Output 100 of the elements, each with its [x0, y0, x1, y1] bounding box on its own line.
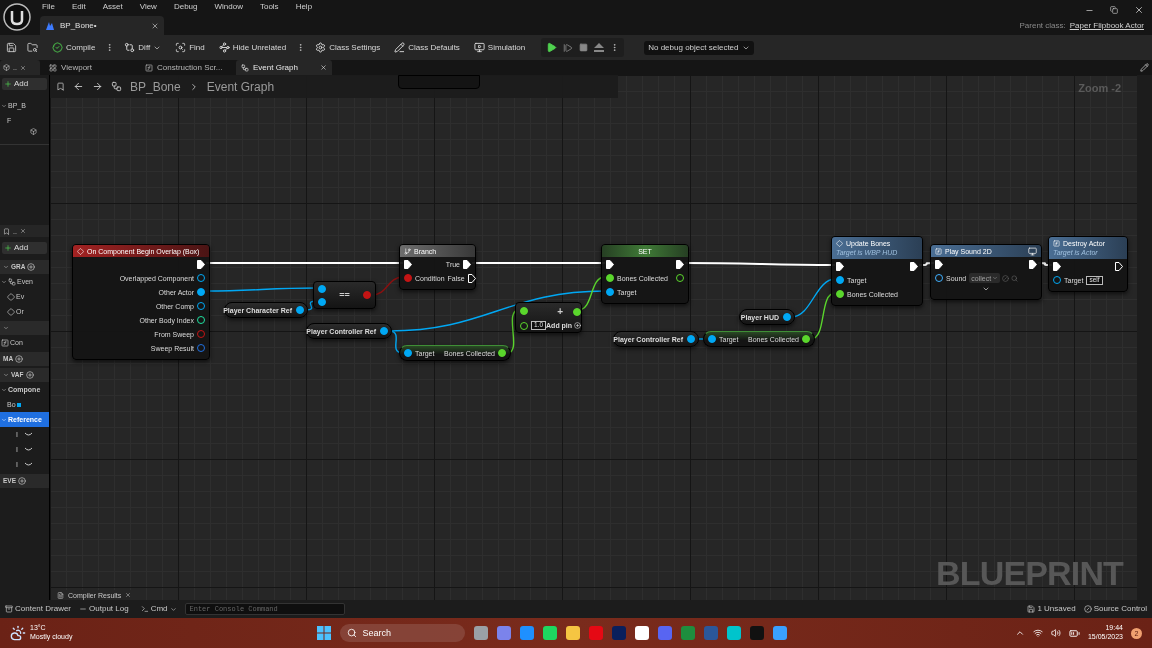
exec-pin-icon[interactable]	[1029, 259, 1037, 269]
pin-icon[interactable]	[836, 276, 844, 284]
bookmark-icon[interactable]	[56, 82, 65, 91]
pin-icon[interactable]	[573, 308, 582, 316]
breadcrumb-item[interactable]: Event Graph	[206, 77, 275, 96]
toolbar-button[interactable]: Class Settings	[311, 38, 385, 57]
exec-pin-icon[interactable]	[606, 259, 614, 269]
unsaved-indicator[interactable]: 1 Unsaved	[1027, 603, 1076, 615]
app-icon[interactable]	[566, 626, 581, 640]
close-icon[interactable]	[320, 64, 327, 71]
close-icon[interactable]	[1134, 5, 1144, 15]
exec-pin-icon[interactable]	[467, 273, 476, 283]
toolbar-button[interactable]: Simulation	[469, 38, 530, 57]
expand-icon[interactable]	[982, 285, 990, 293]
pin-icon[interactable]	[296, 306, 304, 314]
breadcrumb-item[interactable]: BP_Bone	[130, 77, 181, 96]
stop-icon[interactable]	[579, 43, 589, 52]
pin-icon[interactable]	[836, 290, 844, 298]
windows-start-icon[interactable]	[317, 626, 332, 640]
exec-pin-icon[interactable]	[197, 259, 205, 269]
pin-icon[interactable]	[404, 349, 412, 357]
chevron-up-icon[interactable]	[1014, 628, 1025, 638]
expand-caret-icon[interactable]	[1, 386, 7, 393]
expand-caret-icon[interactable]	[3, 264, 9, 270]
close-icon[interactable]	[125, 592, 132, 598]
pin-icon[interactable]	[498, 349, 506, 357]
close-icon[interactable]	[151, 21, 159, 30]
pin-icon[interactable]	[318, 284, 326, 293]
pin-icon[interactable]	[606, 274, 614, 282]
edit-icon[interactable]	[1140, 63, 1149, 72]
play-icon[interactable]	[546, 42, 558, 53]
add-icon[interactable]	[18, 477, 26, 485]
close-icon[interactable]	[19, 64, 26, 71]
toolbar-button[interactable]: Diff	[120, 38, 166, 57]
app-icon[interactable]	[727, 626, 742, 640]
exec-pin-icon[interactable]	[1115, 261, 1123, 271]
menu-item[interactable]: Help	[295, 3, 313, 11]
cmd-dropdown[interactable]: Cmd	[140, 603, 177, 615]
compare-node[interactable]: ==	[313, 281, 376, 309]
menu-item[interactable]: View	[139, 3, 157, 11]
toolbar-button[interactable]: Compile	[48, 38, 100, 57]
exec-pin-icon[interactable]	[836, 261, 844, 271]
exec-pin-icon[interactable]	[404, 259, 412, 269]
expand-caret-icon[interactable]	[3, 372, 9, 378]
pin-icon[interactable]	[708, 335, 716, 343]
editor-tab[interactable]: Construction Scr...	[140, 60, 236, 75]
expand-caret-icon[interactable]	[3, 325, 9, 331]
output-log-button[interactable]: Output Log	[79, 603, 129, 615]
battery-icon[interactable]	[1068, 627, 1080, 639]
eject-icon[interactable]	[594, 43, 605, 52]
debug-object-dropdown[interactable]: No debug object selected	[644, 40, 754, 55]
logo-icon[interactable]	[2, 2, 32, 32]
add-button[interactable]: Add	[2, 78, 47, 90]
editor-tab[interactable]: Viewport	[44, 60, 140, 75]
menu-item[interactable]: Asset	[102, 3, 123, 11]
content-drawer-button[interactable]: Content Drawer	[5, 603, 72, 615]
weather-icon[interactable]	[10, 625, 26, 641]
close-icon[interactable]	[19, 228, 26, 234]
exec-pin-icon[interactable]	[910, 261, 918, 271]
document-tab[interactable]: BP_Bone•	[40, 16, 164, 35]
expand-caret-icon[interactable]	[1, 278, 7, 285]
pin-icon[interactable]	[802, 335, 810, 343]
step-icon[interactable]	[563, 42, 574, 53]
toolbar-button[interactable]: Class Defaults	[390, 38, 464, 57]
forward-icon[interactable]	[92, 81, 103, 92]
exec-pin-icon[interactable]	[463, 259, 471, 269]
menu-item[interactable]: Debug	[173, 3, 198, 11]
add-icon[interactable]	[27, 263, 36, 271]
back-icon[interactable]	[73, 81, 84, 92]
pin-icon[interactable]	[380, 327, 388, 335]
pin-icon[interactable]	[318, 297, 326, 306]
menu-item[interactable]: Tools	[259, 3, 279, 11]
wifi-icon[interactable]	[1032, 628, 1043, 638]
exec-pin-icon[interactable]	[1053, 261, 1061, 271]
search-field[interactable]: Search	[340, 624, 466, 642]
volume-icon[interactable]	[1050, 628, 1061, 638]
add-button[interactable]: Add	[2, 242, 47, 254]
pin-icon[interactable]	[606, 288, 614, 296]
exec-pin-icon[interactable]	[935, 259, 943, 269]
pin-icon[interactable]	[520, 307, 528, 315]
app-icon[interactable]	[543, 626, 558, 640]
pin-icon[interactable]	[783, 313, 791, 321]
source-control-indicator[interactable]: Source Control	[1083, 603, 1147, 615]
save-icon[interactable]	[6, 42, 17, 53]
add-icon[interactable]	[15, 355, 24, 363]
pin-icon[interactable]	[197, 288, 205, 296]
toolbar-button[interactable]: Hide Unrelated	[214, 38, 291, 57]
menu-item[interactable]: Window	[214, 3, 243, 11]
menu-item[interactable]: Edit	[71, 3, 86, 11]
parent-class-link[interactable]: Paper Flipbook Actor	[1069, 20, 1144, 32]
menu-item[interactable]: File	[42, 3, 55, 11]
add-icon[interactable]	[25, 371, 34, 379]
restore-icon[interactable]	[1110, 6, 1118, 14]
toolbar-button[interactable]: Find	[171, 38, 209, 57]
pin-icon[interactable]	[687, 335, 695, 343]
expand-caret-icon[interactable]	[1, 102, 7, 109]
browse-icon[interactable]	[27, 42, 38, 53]
app-icon[interactable]	[635, 626, 650, 640]
editor-tab[interactable]: Event Graph	[236, 60, 332, 75]
exec-pin-icon[interactable]	[676, 259, 684, 269]
